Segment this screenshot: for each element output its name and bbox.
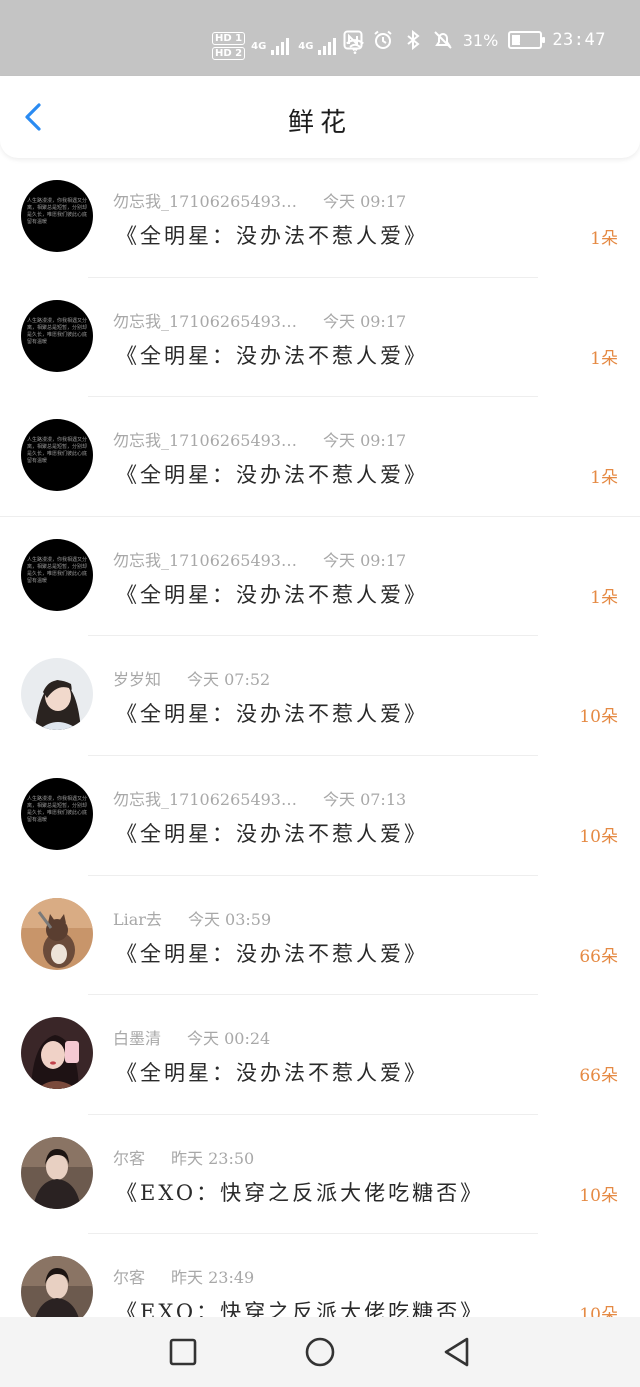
- book-title[interactable]: 《全明星：没办法不惹人爱》: [116, 818, 428, 848]
- alarm-icon: [374, 30, 392, 49]
- avatar-caption: 人生路漫漫，你我相遇又分离，相聚总是短暂，分别却是久长，唯愿我们彼此心底留有温暖: [27, 556, 88, 584]
- item-meta: 勿忘我_17106265493… 今天 09:17: [113, 427, 406, 451]
- flower-count: 10朵: [579, 707, 618, 728]
- timestamp: 昨天 23:49: [171, 1268, 255, 1288]
- bluetooth-icon: [407, 30, 420, 50]
- header: 鲜花: [0, 76, 640, 158]
- timestamp: 今天 03:59: [187, 909, 272, 929]
- charging-bolt-icon: ⚡: [518, 32, 527, 46]
- flower-count: 1朵: [590, 468, 618, 489]
- timestamp: 今天 07:13: [322, 789, 407, 809]
- flower-count: 66朵: [579, 946, 618, 967]
- book-title[interactable]: 《全明星：没办法不惹人爱》: [116, 698, 428, 728]
- timestamp: 今天 00:24: [187, 1029, 271, 1049]
- signal-icon: [271, 38, 290, 55]
- flower-count: 10朵: [579, 826, 618, 847]
- battery-percent: 31%: [462, 30, 499, 50]
- timestamp: 今天 09:17: [322, 192, 407, 211]
- avatar-caption: 人生路漫漫，你我相遇又分离，相聚总是短暂，分别却是久长，唯愿我们彼此心底留有温暖: [27, 437, 88, 465]
- network-type-2: 4G: [298, 40, 314, 52]
- avatar[interactable]: 人生路漫漫，你我相遇又分离，相聚总是短暂，分别却是久长，唯愿我们彼此心底留有温暖: [21, 777, 93, 850]
- list-item[interactable]: 人生路漫漫，你我相遇又分离，相聚总是短暂，分别却是久长，唯愿我们彼此心底留有温暖…: [0, 517, 640, 637]
- book-title[interactable]: 《全明星：没办法不惹人爱》: [116, 938, 428, 968]
- avatar[interactable]: 人生路漫漫，你我相遇又分离，相聚总是短暂，分别却是久长，唯愿我们彼此心底留有温暖: [21, 538, 93, 611]
- timestamp: 今天 09:17: [322, 550, 407, 570]
- username[interactable]: 勿忘我_17106265493…: [113, 551, 297, 570]
- hd1-badge: HD 1: [212, 32, 246, 45]
- list-item[interactable]: 人生路漫漫，你我相遇又分离，相聚总是短暂，分别却是久长，唯愿我们彼此心底留有温暖…: [0, 278, 640, 398]
- username[interactable]: 岁岁知: [113, 670, 161, 689]
- mute-icon: [434, 31, 452, 49]
- avatar-caption: 人生路漫漫，你我相遇又分离，相聚总是短暂，分别却是久长，唯愿我们彼此心底留有温暖: [27, 317, 88, 345]
- signal-icon: [318, 38, 337, 55]
- recents-button[interactable]: [166, 1335, 200, 1369]
- list-item[interactable]: 白墨清 今天 00:24 《全明星：没办法不惹人爱》 66朵: [0, 995, 640, 1115]
- system-nav-bar: [0, 1317, 640, 1387]
- item-meta: 岁岁知 今天 07:52: [113, 666, 270, 690]
- avatar[interactable]: [21, 897, 93, 970]
- timestamp: 今天 09:17: [322, 431, 407, 451]
- flower-count: 10朵: [579, 1185, 618, 1206]
- item-meta: 勿忘我_17106265493… 今天 09:17: [113, 188, 406, 212]
- battery-icon: ⚡: [508, 31, 546, 49]
- item-meta: 尔客 昨天 23:50: [113, 1145, 254, 1169]
- circle-icon: [305, 1337, 335, 1367]
- avatar[interactable]: [21, 1017, 93, 1090]
- flower-count: 1朵: [590, 348, 618, 369]
- home-button[interactable]: [303, 1335, 337, 1369]
- avatar[interactable]: [21, 1136, 93, 1209]
- status-bar: HD 1 HD 2 4G 4G 31% ⚡ 23:47: [0, 0, 640, 76]
- item-meta: Liar去 今天 03:59: [113, 906, 271, 930]
- flower-count: 66朵: [579, 1066, 618, 1087]
- username[interactable]: 尔客: [113, 1268, 145, 1287]
- item-meta: 勿忘我_17106265493… 今天 09:17: [113, 308, 406, 332]
- flower-count: 1朵: [590, 587, 618, 608]
- avatar[interactable]: 人生路漫漫，你我相遇又分离，相聚总是短暂，分别却是久长，唯愿我们彼此心底留有温暖: [21, 299, 93, 372]
- item-meta: 勿忘我_17106265493… 今天 07:13: [113, 786, 406, 810]
- book-title[interactable]: 《全明星：没办法不惹人爱》: [116, 220, 428, 250]
- avatar[interactable]: 人生路漫漫，你我相遇又分离，相聚总是短暂，分别却是久长，唯愿我们彼此心底留有温暖: [21, 180, 93, 252]
- page-title: 鲜花: [287, 108, 352, 138]
- username[interactable]: 白墨清: [113, 1029, 161, 1048]
- book-title[interactable]: 《全明星：没办法不惹人爱》: [116, 579, 428, 609]
- timestamp: 今天 07:52: [187, 670, 271, 690]
- hd2-badge: HD 2: [212, 47, 246, 60]
- username[interactable]: 勿忘我_17106265493…: [113, 192, 297, 211]
- username[interactable]: 勿忘我_17106265493…: [113, 312, 297, 331]
- flower-count: 1朵: [590, 229, 618, 249]
- clock: 23:47: [552, 30, 606, 50]
- list-item[interactable]: 尔客 昨天 23:50 《EXO：快穿之反派大佬吃糖否》 10朵: [0, 1115, 640, 1235]
- item-meta: 尔客 昨天 23:49: [113, 1264, 254, 1288]
- item-meta: 勿忘我_17106265493… 今天 09:17: [113, 547, 406, 571]
- list-item[interactable]: 人生路漫漫，你我相遇又分离，相聚总是短暂，分别却是久长，唯愿我们彼此心底留有温暖…: [0, 158, 640, 278]
- gift-list: 人生路漫漫，你我相遇又分离，相聚总是短暂，分别却是久长，唯愿我们彼此心底留有温暖…: [0, 158, 640, 1354]
- book-title[interactable]: 《EXO：快穿之反派大佬吃糖否》: [116, 1177, 484, 1207]
- avatar-caption: 人生路漫漫，你我相遇又分离，相聚总是短暂，分别却是久长，唯愿我们彼此心底留有温暖: [27, 795, 88, 823]
- avatar-caption: 人生路漫漫，你我相遇又分离，相聚总是短暂，分别却是久长，唯愿我们彼此心底留有温暖: [27, 198, 88, 225]
- username[interactable]: 勿忘我_17106265493…: [113, 431, 297, 450]
- screen: HD 1 HD 2 4G 4G 31% ⚡ 23:47 鲜花 人生路漫漫，你我相…: [0, 0, 640, 1387]
- back-triangle-icon: [444, 1337, 469, 1367]
- hd-badges: HD 1 HD 2: [212, 32, 246, 60]
- username[interactable]: 勿忘我_17106265493…: [113, 790, 297, 809]
- list-item[interactable]: 人生路漫漫，你我相遇又分离，相聚总是短暂，分别却是久长，唯愿我们彼此心底留有温暖…: [0, 756, 640, 876]
- nfc-icon: [343, 30, 363, 50]
- timestamp: 今天 09:17: [322, 311, 407, 331]
- list-item[interactable]: 人生路漫漫，你我相遇又分离，相聚总是短暂，分别却是久长，唯愿我们彼此心底留有温暖…: [0, 397, 640, 517]
- square-icon: [169, 1338, 197, 1366]
- network-type-1: 4G: [251, 40, 267, 52]
- avatar[interactable]: [21, 658, 93, 731]
- book-title[interactable]: 《全明星：没办法不惹人爱》: [116, 1057, 428, 1087]
- list-item[interactable]: 岁岁知 今天 07:52 《全明星：没办法不惹人爱》 10朵: [0, 636, 640, 756]
- username[interactable]: Liar去: [113, 910, 162, 929]
- status-right: 31% ⚡ 23:47: [343, 30, 606, 50]
- book-title[interactable]: 《全明星：没办法不惹人爱》: [116, 340, 428, 370]
- book-title[interactable]: 《全明星：没办法不惹人爱》: [116, 459, 428, 489]
- timestamp: 昨天 23:50: [171, 1148, 255, 1168]
- item-meta: 白墨清 今天 00:24: [113, 1025, 270, 1049]
- back-nav-button[interactable]: [440, 1335, 474, 1369]
- avatar[interactable]: 人生路漫漫，你我相遇又分离，相聚总是短暂，分别却是久长，唯愿我们彼此心底留有温暖: [21, 419, 93, 492]
- list-item[interactable]: Liar去 今天 03:59 《全明星：没办法不惹人爱》 66朵: [0, 876, 640, 996]
- username[interactable]: 尔客: [113, 1149, 145, 1168]
